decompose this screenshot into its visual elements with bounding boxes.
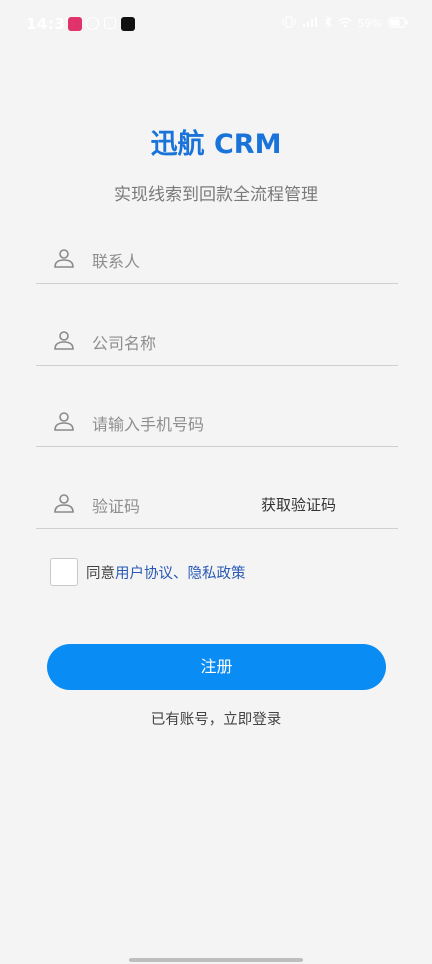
home-indicator[interactable] [129,958,303,962]
signal-icon [302,16,318,31]
login-link[interactable]: 已有账号，立即登录 [0,708,432,729]
status-right: 59% [281,15,408,31]
privacy-policy-link[interactable]: 隐私政策 [188,562,246,583]
app-title: 迅航 CRM [150,129,282,160]
image-icon [104,17,116,29]
agree-text: 同意 [86,565,115,582]
agreement-separator: 、 [173,565,188,582]
battery-level: 59% [357,17,382,30]
battery-icon [388,16,408,31]
vibrate-icon [281,16,296,31]
company-field[interactable]: 公司名称 [36,315,398,366]
company-input[interactable]: 公司名称 [92,330,156,354]
bluetooth-icon [324,15,332,31]
code-field[interactable]: 验证码 获取验证码 [36,478,398,529]
user-icon [54,249,74,268]
user-icon [54,494,74,513]
wifi-icon [338,17,352,31]
contact-field[interactable]: 联系人 [36,233,398,284]
contact-input[interactable]: 联系人 [92,248,140,272]
phone-input[interactable]: 请输入手机号码 [92,411,204,435]
get-code-button[interactable]: 获取验证码 [261,494,336,515]
agree-checkbox[interactable] [50,558,78,586]
user-icon [54,331,74,350]
user-icon [54,412,74,431]
phone-field[interactable]: 请输入手机号码 [36,396,398,447]
app-subtitle: 实现线索到回款全流程管理 [114,185,318,205]
user-agreement-link[interactable]: 用户协议 [115,562,173,583]
code-input[interactable]: 验证码 [92,493,140,517]
sync-icon [86,17,99,30]
register-button[interactable]: 注册 [47,644,386,690]
app-notification-icon [68,17,82,31]
agreement-row: 同意 用户协议 、 隐私政策 [50,558,246,586]
status-bar: 14:37 59% [0,0,432,50]
tiktok-icon [121,17,135,31]
